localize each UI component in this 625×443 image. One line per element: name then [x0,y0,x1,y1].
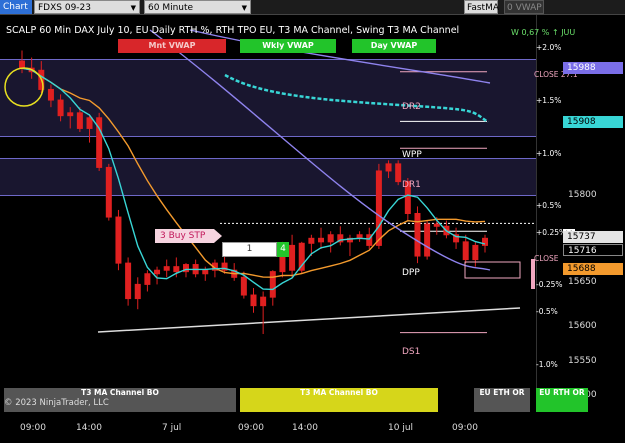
candle-body [105,166,112,218]
candle-body [144,273,151,285]
candle-body [115,216,122,264]
price-tag-bid: 15688 [563,263,623,275]
chart-title: SCALP 60 Min DAX July 10, EU Daily RTH %… [6,25,460,36]
percent-label: -1.0% [536,360,558,369]
candle-body [375,170,382,246]
vwap-line [224,73,489,124]
interval-value: 60 Minute [148,3,194,13]
eu-eth-or-button[interactable]: EU ETH OR [474,388,530,412]
vwap-value: 0 VWAP [507,3,542,13]
candle-body [19,60,25,69]
percent-label: +1.5% [536,96,562,105]
profile-bar [531,259,535,289]
percent-label: -0.25% [536,280,563,289]
weekly-vwap-button[interactable]: Wkly VWAP [240,39,336,53]
candle-body [67,112,74,117]
level-dr2: DR2 [402,102,421,112]
chart-toolbar: Chart FDXS 09-23 ▼ 60 Minute ▼ FastMA 0 … [0,0,625,15]
t3-ma-channel-bo-button-2[interactable]: T3 MA Channel BO [240,388,438,412]
chart-plot-area[interactable] [0,15,536,412]
candle-body [260,296,267,307]
percent-label: +1.0% [536,149,562,158]
trend-line [97,307,521,333]
time-tick: 10 jul [388,423,414,433]
candle-body [318,237,325,243]
candle-body [202,269,209,275]
candle-body [472,244,479,261]
time-tick: 09:00 [20,423,46,433]
candle-body [482,237,488,246]
candle-body [76,112,83,129]
indicator-value: FastMA [467,3,500,13]
time-tick: 09:00 [238,423,264,433]
candle-body [240,276,247,296]
percent-label: +0.5% [536,201,562,210]
candle-body [163,266,170,271]
price-tag-last: 15716 [563,244,623,256]
candle-body [269,271,276,298]
candle-body [308,237,315,244]
monthly-vwap-button[interactable]: Mnt VWAP [118,39,226,53]
chevron-down-icon: ▼ [241,4,247,12]
candle-body [134,283,141,300]
time-tick: 14:00 [292,423,318,433]
copyright-text: © 2023 NinjaTrader, LLC [4,398,109,408]
candle-body [250,294,257,307]
percent-label: +2.0% [536,43,562,52]
candle-body [433,223,440,227]
candle-body [154,269,161,275]
time-tick: 7 jul [162,423,182,433]
order-box [464,261,521,279]
candle-body [86,117,93,129]
price-tag-top: 15988 [563,62,623,74]
level-dpp: DPP [402,268,420,278]
price-tag-mid: 15908 [563,116,623,128]
candle-body [414,213,421,257]
price-tick: 15650 [568,277,597,287]
weekly-change-label: W 0,67 % ↑ JUU [511,28,576,37]
interval-select[interactable]: 60 Minute ▼ [144,0,251,14]
candle-body [424,223,431,257]
candle-body [289,244,296,271]
candle-body [462,241,469,261]
close-label: CLOSE [534,254,559,263]
order-quantity-box[interactable]: 1 [222,242,277,257]
instrument-value: FDXS 09-23 [38,3,91,13]
buy-stop-order-label[interactable]: 3 Buy STP [155,229,222,243]
candle-body [47,88,54,101]
price-tag-ask: 15737 [563,231,623,243]
order-flag[interactable]: 4 [277,242,289,257]
indicator-select[interactable]: FastMA [464,0,500,14]
vwap-select[interactable]: 0 VWAP [504,0,544,14]
percent-label: -0.5% [536,307,558,316]
chart-canvas [4,29,536,335]
price-tick: 15600 [568,321,597,331]
percent-label: +0.25% [536,228,567,237]
level-ds1: DS1 [402,347,421,357]
time-tick: 14:00 [76,423,102,433]
highlight-circle [4,67,44,107]
day-vwap-button[interactable]: Day VWAP [352,39,436,53]
eu-rth-or-button[interactable]: EU RTH OR [536,388,588,412]
candle-body [57,99,64,117]
level-wpp: WPP [402,150,422,160]
instrument-select[interactable]: FDXS 09-23 ▼ [34,0,140,14]
candle-body [173,266,180,273]
candle-body [327,234,334,243]
price-tick: 15550 [568,356,597,366]
candle-body [125,262,132,300]
time-tick: 09:00 [452,423,478,433]
chevron-down-icon: ▼ [130,4,136,12]
price-tick: 15800 [568,190,597,200]
channel-line-top [189,29,491,84]
candle-body [395,163,402,183]
candle-body [385,163,392,172]
chart-tab[interactable]: Chart [0,0,32,14]
level-dr1: DR1 [402,180,421,190]
